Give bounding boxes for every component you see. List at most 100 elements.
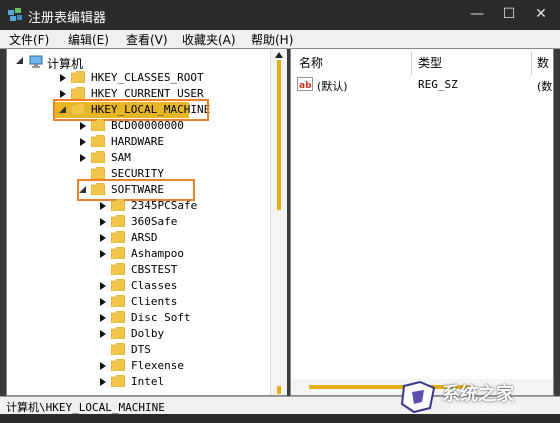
watermark-url: XITONGZHIJIA.NET xyxy=(450,404,523,412)
tree-item-label: ARSD xyxy=(131,231,158,244)
watermark-text: 系统之家 xyxy=(442,384,514,405)
menu-favorites[interactable]: 收藏夹(A) xyxy=(182,31,236,48)
expand-arrow-icon[interactable] xyxy=(99,313,107,323)
tree-item-label: Disc Soft xyxy=(131,311,191,324)
column-separator[interactable] xyxy=(531,51,532,75)
tree-item[interactable]: Clients xyxy=(7,294,267,310)
menu-file[interactable]: 文件(F) xyxy=(9,31,49,48)
tree-item-computer[interactable]: 计算机 xyxy=(7,54,267,71)
scroll-up-icon[interactable] xyxy=(275,52,283,58)
tree-item-label: HKEY_CLASSES_ROOT xyxy=(91,71,204,84)
svg-text:ab: ab xyxy=(299,81,312,91)
tree-item-label: 360Safe xyxy=(131,215,178,228)
tree-item[interactable]: HKEY_CLASSES_ROOT xyxy=(7,70,267,86)
computer-icon xyxy=(29,55,43,68)
expand-arrow-icon[interactable] xyxy=(79,121,87,131)
tree-item-label: Clients xyxy=(131,295,178,308)
maximize-button[interactable]: ☐ xyxy=(498,5,520,23)
menu-view[interactable]: 查看(V) xyxy=(126,31,168,48)
tree-item[interactable]: ARSD xyxy=(7,230,267,246)
tree-item[interactable]: SAM xyxy=(7,150,267,166)
tree-item-label: Intel xyxy=(131,375,165,388)
value-type: REG_SZ xyxy=(418,78,458,91)
folder-icon xyxy=(111,295,125,307)
folder-icon xyxy=(111,279,125,291)
registry-values-pane[interactable]: 名称 类型 数 ab (默认) REG_SZ (数 xyxy=(290,48,554,396)
tree-item[interactable]: CBSTEST xyxy=(7,262,267,278)
tree-item-label: Dolby xyxy=(131,327,165,340)
column-separator[interactable] xyxy=(411,51,412,75)
tree-item[interactable]: Flexense xyxy=(7,358,267,374)
folder-icon xyxy=(111,359,125,371)
registry-tree-pane[interactable]: 计算机 HKEY_CLASSES_ROOT HKEY_CURRENT_USER HKE… xyxy=(6,48,287,396)
folder-icon xyxy=(91,151,105,163)
string-value-icon: ab xyxy=(297,77,313,91)
column-header-data[interactable]: 数 xyxy=(537,54,549,71)
expand-arrow-icon[interactable] xyxy=(99,201,107,211)
tree-item[interactable]: Ashampoo xyxy=(7,246,267,262)
value-data: (数 xyxy=(537,80,553,93)
expand-arrow-icon[interactable] xyxy=(99,281,107,291)
expand-arrow-icon[interactable] xyxy=(99,297,107,307)
expand-arrow-icon[interactable] xyxy=(59,73,67,83)
folder-icon xyxy=(91,167,105,179)
tree-item[interactable]: 2345PCSafe xyxy=(7,198,267,214)
tree-item[interactable]: Dolby xyxy=(7,326,267,342)
tree-item-label: HARDWARE xyxy=(111,135,164,148)
expand-arrow-icon[interactable] xyxy=(79,137,87,147)
folder-icon xyxy=(111,199,125,211)
folder-icon xyxy=(111,231,125,243)
folder-icon xyxy=(111,215,125,227)
value-row[interactable]: ab (默认) REG_SZ (数 xyxy=(297,77,553,93)
folder-icon xyxy=(111,311,125,323)
value-name: (默认) xyxy=(317,80,348,93)
column-header-type[interactable]: 类型 xyxy=(418,54,442,71)
tree-item[interactable]: Intel xyxy=(7,374,267,390)
menu-help[interactable]: 帮助(H) xyxy=(251,31,293,48)
menu-edit[interactable]: 编辑(E) xyxy=(68,31,109,48)
tree-item[interactable]: Disc Soft xyxy=(7,310,267,326)
column-header-name[interactable]: 名称 xyxy=(299,54,323,71)
folder-icon xyxy=(111,327,125,339)
tree-item-label: 2345PCSafe xyxy=(131,199,198,212)
expand-arrow-icon[interactable] xyxy=(99,377,107,387)
tree-scroll-thumb[interactable] xyxy=(277,60,281,210)
regedit-app-icon xyxy=(8,8,22,21)
expand-arrow-icon[interactable] xyxy=(99,217,107,227)
site-watermark: 系统之家 XITONGZHIJIA.NET xyxy=(400,378,556,416)
tree-item-label: BCD00000000 xyxy=(111,119,184,132)
tree-item[interactable]: Classes xyxy=(7,278,267,294)
collapse-arrow-icon[interactable] xyxy=(16,56,24,66)
tree-item-label: CBSTEST xyxy=(131,263,178,276)
folder-icon xyxy=(91,135,105,147)
expand-arrow-icon[interactable] xyxy=(59,89,67,99)
tree-item[interactable]: DTS xyxy=(7,342,267,358)
tree-item[interactable]: 360Safe xyxy=(7,214,267,230)
menu-bar: 文件(F) 编辑(E) 查看(V) 收藏夹(A) 帮助(H) xyxy=(0,30,560,49)
folder-icon xyxy=(71,87,85,99)
expand-arrow-icon[interactable] xyxy=(99,329,107,339)
tree-scroll-track-end xyxy=(277,386,281,394)
tree-item[interactable]: HARDWARE xyxy=(7,134,267,150)
tree-item-label: Flexense xyxy=(131,359,184,372)
watermark-logo-icon xyxy=(400,380,436,414)
tree-item-label: DTS xyxy=(131,343,151,356)
expand-arrow-icon[interactable] xyxy=(99,361,107,371)
minimize-button[interactable]: — xyxy=(466,5,488,23)
tree-item[interactable]: BCD00000000 xyxy=(7,118,267,134)
folder-icon xyxy=(111,263,125,275)
tree-item-label: Classes xyxy=(131,279,178,292)
folder-icon xyxy=(91,119,105,131)
tree-vertical-scrollbar[interactable] xyxy=(270,50,287,395)
expand-arrow-icon[interactable] xyxy=(79,153,87,163)
folder-icon xyxy=(111,247,125,259)
status-path: 计算机\HKEY_LOCAL_MACHINE xyxy=(6,401,165,414)
folder-icon xyxy=(111,375,125,387)
expand-arrow-icon[interactable] xyxy=(99,233,107,243)
close-button[interactable]: ✕ xyxy=(530,5,552,23)
title-bar: 注册表编辑器 — ☐ ✕ xyxy=(0,0,560,30)
expand-arrow-icon[interactable] xyxy=(99,249,107,259)
folder-icon xyxy=(71,71,85,83)
tree-item-label: SAM xyxy=(111,151,131,164)
window-title: 注册表编辑器 xyxy=(28,11,107,26)
